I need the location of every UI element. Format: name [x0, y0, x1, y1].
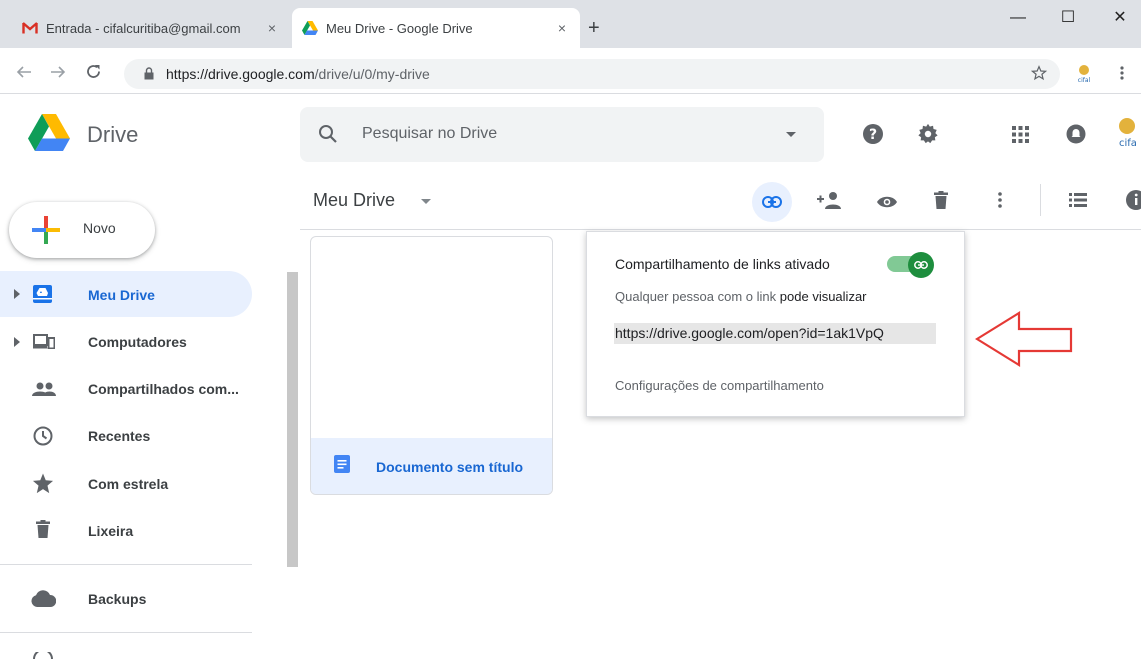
- sidebar-item-label: Com estrela: [88, 476, 169, 492]
- expand-arrow-icon[interactable]: [14, 289, 20, 299]
- sidebar-divider: [0, 564, 252, 565]
- storage-icon: [33, 652, 53, 659]
- gmail-icon: [22, 22, 38, 34]
- sidebar-item-label: Backups: [88, 591, 147, 607]
- share-add-person-icon[interactable]: [817, 191, 843, 209]
- account-avatar[interactable]: cifa: [1117, 116, 1141, 152]
- link-icon: [762, 195, 782, 209]
- browser-menu-icon[interactable]: [1120, 66, 1124, 80]
- details-info-icon[interactable]: [1125, 189, 1141, 211]
- toolbar-separator: [300, 229, 1141, 230]
- reload-icon[interactable]: [85, 63, 102, 80]
- sidebar-item-label: Compartilhados com...: [88, 381, 239, 397]
- sidebar-item-label: Computadores: [88, 334, 187, 350]
- clock-icon: [33, 426, 53, 446]
- breadcrumb-dropdown-icon[interactable]: [421, 199, 431, 204]
- toggle-link-icon: [914, 261, 928, 269]
- tab-drive-title: Meu Drive - Google Drive: [326, 20, 473, 36]
- svg-text:cifal: cifal: [1078, 77, 1091, 84]
- share-link-url[interactable]: https://drive.google.com/open?id=1ak1VpQ: [615, 325, 884, 341]
- url-path: /drive/u/0/my-drive: [314, 66, 430, 82]
- sidebar-divider: [0, 632, 252, 633]
- help-icon[interactable]: ?: [862, 123, 884, 145]
- file-name: Documento sem título: [376, 459, 524, 475]
- computers-icon: [33, 334, 55, 349]
- preview-eye-icon[interactable]: [876, 195, 898, 209]
- svg-text:?: ?: [869, 127, 877, 143]
- search-options-icon[interactable]: [786, 132, 796, 137]
- close-window-button[interactable]: ✕: [1097, 4, 1141, 34]
- annotation-arrow-icon: [975, 311, 1075, 367]
- tab-drive-close-icon[interactable]: ×: [554, 20, 570, 36]
- back-icon[interactable]: [16, 64, 32, 80]
- drive-logo-icon[interactable]: [28, 114, 70, 151]
- permission-level[interactable]: pode visualizar: [780, 289, 867, 304]
- list-view-icon[interactable]: [1069, 193, 1087, 207]
- tab-gmail-title: Entrada - cifalcuritiba@gmail.com: [46, 20, 241, 36]
- maximize-button[interactable]: ☐: [1045, 4, 1091, 34]
- apps-grid-icon[interactable]: [1012, 126, 1029, 143]
- sidebar-item-label: Meu Drive: [88, 287, 155, 303]
- link-sharing-title: Compartilhamento de links ativado: [615, 256, 830, 272]
- shared-people-icon: [32, 382, 56, 396]
- toolbar-divider: [1040, 184, 1041, 216]
- lock-icon[interactable]: [144, 67, 154, 80]
- url-text[interactable]: https://drive.google.com/drive/u/0/my-dr…: [166, 66, 430, 82]
- sidebar-item-label: Recentes: [88, 428, 151, 444]
- sharing-settings-link[interactable]: Configurações de compartilhamento: [615, 378, 824, 393]
- minimize-button[interactable]: —: [995, 4, 1041, 34]
- tab-gmail-close-icon[interactable]: ×: [264, 20, 280, 36]
- new-button-label: Novo: [83, 220, 116, 236]
- breadcrumb[interactable]: Meu Drive: [313, 190, 395, 211]
- permission-prefix: Qualquer pessoa com o link: [615, 289, 777, 304]
- url-host: https://drive.google.com: [166, 66, 315, 82]
- drive-favicon-icon: [302, 21, 318, 35]
- docs-icon: [334, 455, 350, 473]
- notifications-icon[interactable]: [1066, 124, 1086, 144]
- svg-text:cifa: cifa: [1119, 138, 1137, 149]
- star-icon[interactable]: [1031, 65, 1047, 81]
- profile-icon[interactable]: cifal: [1073, 62, 1095, 84]
- app-title[interactable]: Drive: [87, 122, 138, 148]
- cloud-icon: [31, 590, 56, 607]
- settings-gear-icon[interactable]: [917, 123, 939, 145]
- star-icon: [32, 473, 54, 494]
- forward-icon[interactable]: [50, 64, 66, 80]
- my-drive-icon: [33, 285, 52, 303]
- search-placeholder: Pesquisar no Drive: [362, 125, 498, 142]
- tab-gmail[interactable]: Entrada - cifalcuritiba@gmail.com ×: [12, 8, 290, 48]
- delete-trash-icon[interactable]: [934, 191, 948, 209]
- sidebar-item-label: Lixeira: [88, 523, 134, 539]
- link-permission-text: Qualquer pessoa com o link pode visualiz…: [615, 289, 867, 304]
- more-actions-icon[interactable]: [998, 192, 1002, 208]
- search-icon[interactable]: [318, 124, 338, 144]
- trash-icon: [36, 520, 50, 538]
- sidebar-scrollbar[interactable]: [287, 272, 298, 567]
- breadcrumb-label: Meu Drive: [313, 190, 396, 210]
- new-tab-button[interactable]: +: [588, 17, 600, 40]
- tab-drive[interactable]: Meu Drive - Google Drive ×: [292, 8, 580, 48]
- expand-arrow-icon[interactable]: [14, 337, 20, 347]
- plus-icon: [30, 214, 62, 246]
